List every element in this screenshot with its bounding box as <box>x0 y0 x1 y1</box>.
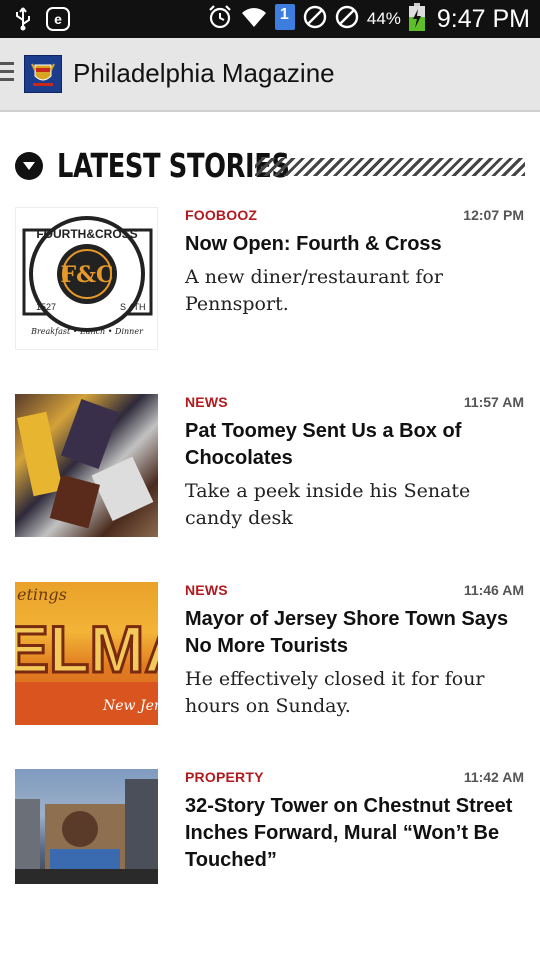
story-thumbnail[interactable] <box>15 769 158 884</box>
battery-percent: 44% <box>366 9 401 28</box>
thumb-big-text: ELMA <box>15 612 158 686</box>
story-item[interactable]: NEWS 11:57 AM Pat Toomey Sent Us a Box o… <box>15 394 525 539</box>
story-thumbnail[interactable]: F&C FOURTH&CROSS 1527 S 4TH Breakfast • … <box>15 207 158 350</box>
hatch-divider <box>255 158 525 176</box>
story-headline[interactable]: 32-Story Tower on Chestnut Street Inches… <box>185 793 525 874</box>
thumb-monogram: F&C <box>61 262 114 288</box>
thumb-top-text: FOURTH&CROSS <box>36 227 137 241</box>
thumb-bottom-text: Breakfast • Lunch • Dinner <box>30 327 144 336</box>
wifi-icon <box>241 5 267 34</box>
story-item[interactable]: etings ELMA New Jerse NEWS 11:46 AM Mayo… <box>15 582 525 727</box>
thumb-top-text: etings <box>17 585 67 604</box>
story-time: 12:07 PM <box>463 207 524 223</box>
thumb-bottom-text: New Jerse <box>102 698 158 714</box>
story-headline[interactable]: Now Open: Fourth & Cross <box>185 231 525 258</box>
sim-badge: 1 <box>279 5 289 23</box>
thumb-right-text: S 4TH <box>120 302 146 312</box>
app-title: Philadelphia Magazine <box>73 58 335 88</box>
app-logo[interactable] <box>24 55 62 93</box>
hamburger-icon[interactable] <box>0 62 14 84</box>
story-thumbnail[interactable] <box>15 394 158 537</box>
status-bar: e 1 44% 9:47 PM <box>0 0 540 38</box>
story-category[interactable]: NEWS <box>185 394 228 410</box>
app-bar: Philadelphia Magazine <box>0 38 540 112</box>
story-dek: He effectively closed it for four hours … <box>185 668 485 717</box>
story-time: 11:57 AM <box>463 394 524 410</box>
e-icon: e <box>46 7 70 36</box>
alarm-icon <box>207 4 233 35</box>
thumb-left-text: 1527 <box>36 302 56 312</box>
story-dek: Take a peek inside his Senate candy desk <box>185 480 471 529</box>
battery-charging-icon <box>408 2 425 36</box>
blocked-icon <box>335 5 359 34</box>
story-item[interactable]: PROPERTY 11:42 AM 32-Story Tower on Ches… <box>15 769 525 886</box>
collapse-toggle-icon[interactable] <box>15 152 43 180</box>
story-time: 11:42 AM <box>463 769 524 785</box>
story-thumbnail[interactable]: etings ELMA New Jerse <box>15 582 158 725</box>
blocked-icon <box>303 5 327 34</box>
story-category[interactable]: NEWS <box>185 582 228 598</box>
sim-icon: 1 <box>274 3 295 35</box>
story-headline[interactable]: Mayor of Jersey Shore Town Says No More … <box>185 606 525 660</box>
section-header: LATEST STORIES <box>15 146 525 188</box>
status-time: 9:47 PM <box>436 4 530 33</box>
story-dek: A new diner/restaurant for Pennsport. <box>185 266 443 315</box>
story-item[interactable]: F&C FOURTH&CROSS 1527 S 4TH Breakfast • … <box>15 207 525 352</box>
story-time: 11:46 AM <box>463 582 524 598</box>
story-headline[interactable]: Pat Toomey Sent Us a Box of Chocolates <box>185 418 525 472</box>
usb-icon <box>14 6 32 37</box>
svg-text:e: e <box>54 11 62 27</box>
story-category[interactable]: FOOBOOZ <box>185 207 257 223</box>
story-category[interactable]: PROPERTY <box>185 769 264 785</box>
